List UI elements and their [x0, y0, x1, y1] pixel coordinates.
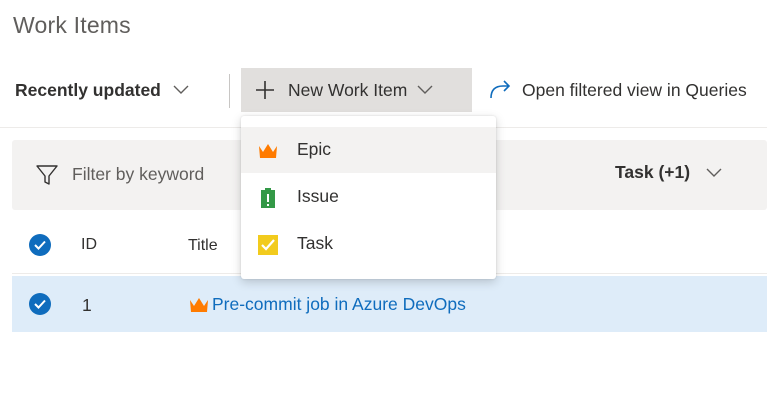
table-row[interactable]: 1 Pre-commit job in Azure DevOps: [12, 276, 767, 332]
checkmark-icon: [34, 299, 46, 309]
view-selector-button[interactable]: Recently updated: [15, 64, 189, 116]
toolbar-divider: [229, 74, 230, 108]
new-work-item-menu: Epic Issue Task: [241, 116, 496, 279]
new-work-item-label: New Work Item: [288, 79, 408, 100]
filter-icon: [35, 163, 59, 187]
menu-item-epic[interactable]: Epic: [241, 127, 496, 173]
work-item-type-filter[interactable]: Task (+1): [615, 162, 722, 183]
menu-item-issue[interactable]: Issue: [241, 174, 496, 220]
work-item-title: Pre-commit job in Azure DevOps: [212, 294, 466, 314]
chevron-down-icon: [417, 85, 433, 95]
chevron-down-icon: [173, 85, 189, 95]
checkmark-icon: [34, 240, 46, 250]
row-checkbox[interactable]: [29, 293, 51, 315]
column-header-id[interactable]: ID: [81, 236, 97, 254]
menu-item-label: Epic: [297, 139, 332, 159]
work-item-title-link[interactable]: Pre-commit job in Azure DevOps: [188, 294, 466, 315]
select-all-checkbox[interactable]: [29, 234, 51, 256]
menu-item-task[interactable]: Task: [241, 221, 496, 267]
chevron-down-icon: [706, 168, 722, 178]
menu-item-label: Issue: [297, 186, 339, 206]
work-item-id: 1: [82, 295, 92, 315]
plus-icon: [255, 80, 288, 100]
open-in-queries-label: Open filtered view in Queries: [522, 79, 747, 100]
keyword-filter-input[interactable]: Filter by keyword: [72, 164, 204, 185]
crown-icon: [188, 296, 210, 314]
checkbox-icon: [257, 234, 279, 256]
new-work-item-button[interactable]: New Work Item: [241, 68, 472, 112]
open-in-queries-button[interactable]: Open filtered view in Queries: [488, 64, 747, 116]
crown-icon: [257, 140, 279, 162]
redo-arrow-icon: [488, 79, 512, 101]
type-filter-label: Task (+1): [615, 162, 691, 182]
page-title: Work Items: [13, 12, 131, 38]
clipboard-icon: [257, 187, 279, 209]
view-selector-label: Recently updated: [15, 79, 161, 100]
column-header-title[interactable]: Title: [188, 237, 218, 255]
toolbar: Recently updated New Work Item Open filt…: [0, 64, 767, 120]
menu-item-label: Task: [297, 233, 333, 253]
